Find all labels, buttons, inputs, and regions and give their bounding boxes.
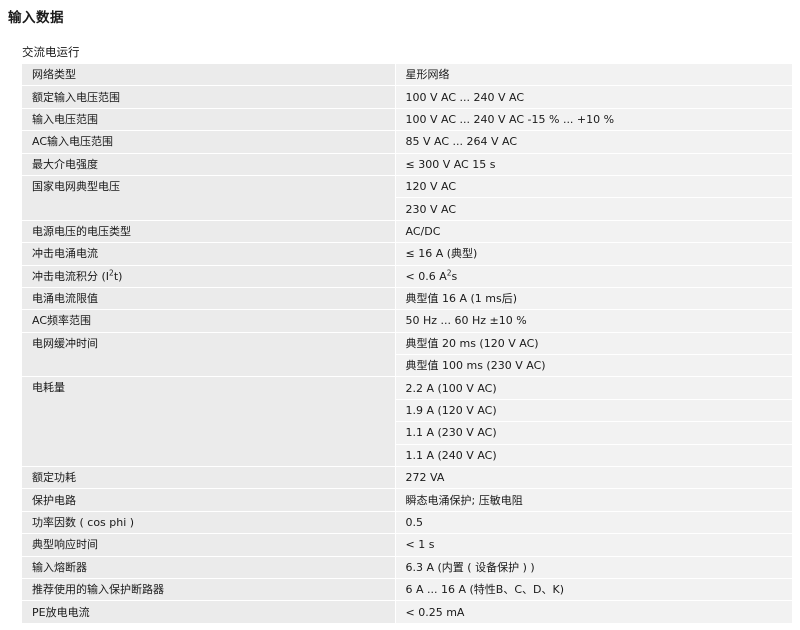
row-label: 输入电压范围 [22,108,395,132]
row-value: 典型值 16 A (1 ms后) [394,287,792,311]
table-row: AC输入电压范围 85 V AC ... 264 V AC [22,130,792,154]
row-value: 120 V AC [394,175,792,199]
table-row: 冲击电流积分 (I2t) < 0.6 A2s [22,265,792,288]
row-value: ≤ 16 A (典型) [394,242,792,266]
table-row: 电涌电流限值 典型值 16 A (1 ms后) [22,287,792,311]
row-value: < 0.6 A2s [394,265,792,288]
table-row: 推荐使用的输入保护断路器 6 A ... 16 A (特性B、C、D、K) [22,578,792,602]
row-label: 最大介电强度 [22,153,395,176]
row-label: AC输入电压范围 [22,130,395,154]
table-row: 网络类型 星形网络 [22,64,792,87]
row-label: 额定输入电压范围 [22,85,395,109]
table-row: 保护电路 瞬态电涌保护; 压敏电阻 [22,488,792,512]
page-title: 输入数据 [8,10,64,26]
row-value: 272 VA [394,466,792,490]
table-body: 网络类型 星形网络 额定输入电压范围 100 V AC ... 240 V AC 输入电… [22,64,792,624]
table-row: 最大介电强度 ≤ 300 V AC 15 s [22,153,792,176]
row-value: AC/DC [394,220,792,244]
row-value: 星形网络 [394,64,792,87]
row-value: < 1 s [394,533,792,557]
row-value: 100 V AC ... 240 V AC [394,85,792,109]
row-label: 电源电压的电压类型 [22,220,395,244]
table-row: 典型响应时间 < 1 s [22,533,792,557]
table-row: AC频率范围 50 Hz ... 60 Hz ±10 % [22,309,792,333]
row-value: 100 V AC ... 240 V AC -15 % ... +10 % [394,108,792,132]
row-value: 50 Hz ... 60 Hz ±10 % [394,309,792,333]
row-label: 推荐使用的输入保护断路器 [22,578,395,602]
row-value: 2.2 A (100 V AC) [394,376,792,400]
table-row: 额定输入电压范围 100 V AC ... 240 V AC [22,85,792,109]
row-label: 国家电网典型电压 [22,175,395,221]
row-value: 6.3 A (内置 ( 设备保护 ) ) [394,556,792,579]
row-label: 额定功耗 [22,466,395,490]
row-value: 1.9 A (120 V AC) [394,399,792,423]
row-label: 典型响应时间 [22,533,395,557]
row-value: 0.5 [394,511,792,535]
table-row: 冲击电涌电流 ≤ 16 A (典型) [22,242,792,266]
row-label: 电耗量 [22,376,395,468]
row-value: ≤ 300 V AC 15 s [394,153,792,176]
row-value: 6 A ... 16 A (特性B、C、D、K) [394,578,792,602]
row-label: 输入熔断器 [22,556,395,579]
row-label: 电涌电流限值 [22,287,395,311]
row-label: 功率因数 ( cos phi ) [22,511,395,535]
input-data-table: 网络类型 星形网络 额定输入电压范围 100 V AC ... 240 V AC 输入电… [22,64,792,624]
table-row: 输入电压范围 100 V AC ... 240 V AC -15 % ... +1… [22,108,792,132]
table-row: 功率因数 ( cos phi ) 0.5 [22,511,792,535]
row-label: PE放电电流 [22,600,395,624]
row-value: < 0.25 mA [394,600,792,624]
table-row: 输入熔断器 6.3 A (内置 ( 设备保护 ) ) [22,556,792,579]
row-value: 85 V AC ... 264 V AC [394,130,792,154]
row-value: 典型值 20 ms (120 V AC) [394,332,792,356]
row-label: 电网缓冲时间 [22,332,395,378]
row-label: 冲击电涌电流 [22,242,395,266]
table-row: 电源电压的电压类型 AC/DC [22,220,792,244]
row-label: AC频率范围 [22,309,395,333]
row-label: 冲击电流积分 (I2t) [22,265,395,288]
row-label: 网络类型 [22,64,395,87]
row-value: 1.1 A (240 V AC) [394,444,792,468]
row-label: 保护电路 [22,488,395,512]
table-row: 额定功耗 272 VA [22,466,792,490]
table-row: 电网缓冲时间 典型值 20 ms (120 V AC) [22,332,792,378]
table-row: 电耗量 2.2 A (100 V AC) [22,376,792,468]
row-value: 典型值 100 ms (230 V AC) [394,354,792,378]
row-value: 230 V AC [394,197,792,221]
section-title: 交流电运行 [22,45,80,59]
row-value: 瞬态电涌保护; 压敏电阻 [394,488,792,512]
table-row: PE放电电流 < 0.25 mA [22,600,792,624]
row-value: 1.1 A (230 V AC) [394,421,792,445]
table-row: 国家电网典型电压 120 V AC [22,175,792,221]
